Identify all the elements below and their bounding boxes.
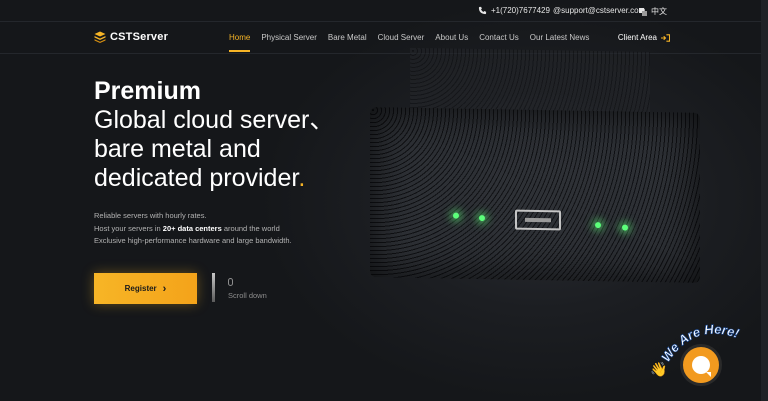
scroll-down-label: Scroll down [228, 291, 267, 300]
nav-item-cloud-server[interactable]: Cloud Server [378, 33, 425, 42]
chevron-right-icon: › [162, 282, 167, 295]
chat-bubble-icon [692, 356, 711, 377]
desc-line-1: Reliable servers with hourly rates. [94, 211, 207, 220]
headline-accent-dot: . [298, 164, 306, 192]
desc-line-2-end: around the world [221, 223, 280, 233]
phone-contact[interactable]: +1(720)7677429 [478, 6, 550, 15]
headline-premium: Premium [94, 77, 201, 105]
server-image [370, 47, 700, 283]
language-label: 中文 [651, 7, 667, 16]
desc-line-2: Host your servers in 20+ data centers ar… [94, 223, 292, 236]
phone-number: +1(720)7677429 [491, 6, 550, 15]
language-switch[interactable]: 中文 [639, 6, 667, 17]
logo-text: CSTServer [110, 31, 169, 43]
translate-icon [639, 7, 647, 16]
hero-headline: Premium Global cloud server、 bare metal … [94, 77, 334, 193]
server-handle [515, 209, 561, 231]
client-area-link[interactable]: Client Area [618, 33, 670, 42]
register-button[interactable]: Register › [94, 273, 197, 304]
logo-icon [94, 31, 106, 43]
headline-line-2: Global cloud server、 [94, 106, 335, 134]
desc-line-2-start: Host your servers in [94, 223, 163, 233]
page-scrollbar[interactable] [761, 0, 768, 401]
login-icon [661, 33, 670, 42]
email-address: @support@cstserver.com [553, 6, 646, 15]
nav-item-about-us[interactable]: About Us [435, 33, 468, 42]
headline-line-4: dedicated provider. [94, 164, 334, 193]
main-nav: CSTServer Home Physical Server Bare Meta… [0, 22, 768, 54]
client-area-label: Client Area [617, 33, 657, 42]
scroll-indicator-bar [212, 273, 215, 302]
mouse-icon [228, 278, 233, 286]
nav-item-latest-news[interactable]: Our Latest News [530, 33, 590, 42]
nav-item-physical-server[interactable]: Physical Server [261, 33, 317, 42]
page: +1(720)7677429 @support@cstserver.com 中文… [0, 0, 768, 401]
status-led-icon [453, 212, 459, 219]
desc-highlight: 20+ data centers [162, 223, 222, 233]
status-led-icon [595, 222, 601, 229]
register-label: Register [124, 284, 157, 293]
hero-description: Reliable servers with hourly rates. Host… [94, 210, 292, 248]
status-led-icon [479, 215, 485, 222]
email-link[interactable]: @support@cstserver.com [553, 6, 645, 15]
server-front-panel [370, 107, 700, 283]
chat-button[interactable] [680, 344, 722, 386]
logo[interactable]: CSTServer [94, 31, 168, 43]
status-led-icon [622, 224, 628, 231]
phone-icon [478, 6, 487, 15]
waving-hand-icon: 👋 [650, 361, 667, 378]
headline-line-4-text: dedicated provider [94, 164, 299, 192]
nav-item-bare-metal[interactable]: Bare Metal [328, 33, 367, 42]
nav-item-home[interactable]: Home [229, 33, 251, 52]
nav-item-contact-us[interactable]: Contact Us [479, 33, 519, 42]
headline-line-3: bare metal and [94, 135, 261, 163]
scroll-down-link[interactable]: Scroll down [228, 278, 267, 300]
desc-line-3: Exclusive high-performance hardware and … [94, 236, 292, 245]
top-bar: +1(720)7677429 @support@cstserver.com 中文 [0, 0, 768, 22]
nav-menu: Home Physical Server Bare Metal Cloud Se… [229, 33, 600, 52]
